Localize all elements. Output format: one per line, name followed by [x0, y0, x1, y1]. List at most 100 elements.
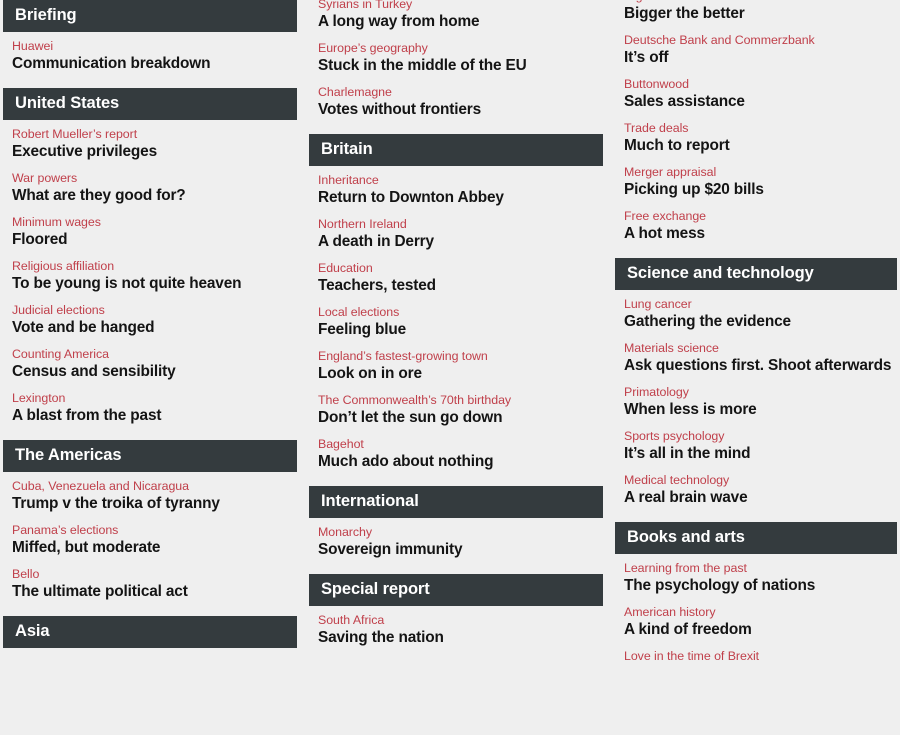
- article-headline[interactable]: Return to Downton Abbey: [306, 188, 606, 208]
- article-kicker[interactable]: Cuba, Venezuela and Nicaragua: [0, 479, 300, 494]
- article-entry[interactable]: Panama’s elections Miffed, but moderate: [0, 523, 300, 558]
- article-entry[interactable]: Primatology When less is more: [612, 385, 900, 420]
- article-headline[interactable]: Saving the nation: [306, 628, 606, 648]
- article-kicker[interactable]: Deutsche Bank and Commerzbank: [612, 33, 900, 48]
- section-header[interactable]: Books and arts: [615, 522, 897, 554]
- article-kicker[interactable]: Local elections: [306, 305, 606, 320]
- section-header[interactable]: Special report: [309, 574, 603, 606]
- article-headline[interactable]: Vote and be hanged: [0, 318, 300, 338]
- section-header[interactable]: International: [309, 486, 603, 518]
- article-kicker[interactable]: Medical technology: [612, 473, 900, 488]
- section-header[interactable]: Asia: [3, 616, 297, 648]
- article-entry[interactable]: Counting America Census and sensibility: [0, 347, 300, 382]
- article-headline[interactable]: A hot mess: [612, 224, 900, 244]
- article-kicker[interactable]: War powers: [0, 171, 300, 186]
- article-entry[interactable]: South Africa Saving the nation: [306, 613, 606, 648]
- article-kicker[interactable]: Charlemagne: [306, 85, 606, 100]
- article-entry[interactable]: Robert Mueller’s report Executive privile…: [0, 127, 300, 162]
- article-entry[interactable]: Monarchy Sovereign immunity: [306, 525, 606, 560]
- article-headline[interactable]: Miffed, but moderate: [0, 538, 300, 558]
- article-entry[interactable]: Buttonwood Sales assistance: [612, 77, 900, 112]
- article-entry[interactable]: Sports psychology It’s all in the mind: [612, 429, 900, 464]
- article-entry[interactable]: Lung cancer Gathering the evidence: [612, 297, 900, 332]
- article-headline[interactable]: Much ado about nothing: [306, 452, 606, 472]
- article-entry[interactable]: Judicial elections Vote and be hanged: [0, 303, 300, 338]
- section-header[interactable]: Britain: [309, 134, 603, 166]
- article-entry[interactable]: Free exchange A hot mess: [612, 209, 900, 244]
- article-kicker[interactable]: Sports psychology: [612, 429, 900, 444]
- article-kicker[interactable]: Buttonwood: [612, 77, 900, 92]
- article-entry[interactable]: American history A kind of freedom: [612, 605, 900, 640]
- article-headline[interactable]: Ask questions first. Shoot afterwards: [612, 356, 900, 376]
- article-headline[interactable]: Much to report: [612, 136, 900, 156]
- article-kicker[interactable]: Minimum wages: [0, 215, 300, 230]
- article-headline[interactable]: Gathering the evidence: [612, 312, 900, 332]
- article-entry[interactable]: Northern Ireland A death in Derry: [306, 217, 606, 252]
- article-entry[interactable]: Love in the time of Brexit: [612, 649, 900, 664]
- article-headline[interactable]: To be young is not quite heaven: [0, 274, 300, 294]
- article-entry[interactable]: The Commonwealth’s 70th birthday Don’t le…: [306, 393, 606, 428]
- article-headline[interactable]: Trump v the troika of tyranny: [0, 494, 300, 514]
- article-headline[interactable]: When less is more: [612, 400, 900, 420]
- article-entry[interactable]: Europe’s geography Stuck in the middle of…: [306, 41, 606, 76]
- article-headline[interactable]: Census and sensibility: [0, 362, 300, 382]
- article-entry[interactable]: Deutsche Bank and Commerzbank It’s off: [612, 33, 900, 68]
- article-headline[interactable]: A real brain wave: [612, 488, 900, 508]
- article-headline[interactable]: Stuck in the middle of the EU: [306, 56, 606, 76]
- article-headline[interactable]: Sovereign immunity: [306, 540, 606, 560]
- article-kicker[interactable]: Primatology: [612, 385, 900, 400]
- article-headline[interactable]: Communication breakdown: [0, 54, 300, 74]
- article-kicker[interactable]: Huawei: [0, 39, 300, 54]
- article-entry[interactable]: Minimum wages Floored: [0, 215, 300, 250]
- article-kicker[interactable]: American history: [612, 605, 900, 620]
- article-entry[interactable]: Merger appraisal Picking up $20 bills: [612, 165, 900, 200]
- article-entry[interactable]: England’s fastest-growing town Look on in…: [306, 349, 606, 384]
- article-headline[interactable]: Bigger the better: [612, 4, 900, 24]
- article-kicker[interactable]: Education: [306, 261, 606, 276]
- article-entry[interactable]: Cuba, Venezuela and Nicaragua Trump v the…: [0, 479, 300, 514]
- article-kicker[interactable]: Syrians in Turkey: [306, 0, 606, 12]
- article-kicker[interactable]: Trade deals: [612, 121, 900, 136]
- article-entry[interactable]: Local elections Feeling blue: [306, 305, 606, 340]
- article-kicker[interactable]: Counting America: [0, 347, 300, 362]
- article-headline[interactable]: Floored: [0, 230, 300, 250]
- article-kicker[interactable]: The Commonwealth’s 70th birthday: [306, 393, 606, 408]
- article-kicker[interactable]: South Africa: [306, 613, 606, 628]
- article-entry[interactable]: Learning from the past The psychology of …: [612, 561, 900, 596]
- section-header[interactable]: Science and technology: [615, 258, 897, 290]
- article-kicker[interactable]: Europe’s geography: [306, 41, 606, 56]
- article-kicker[interactable]: Love in the time of Brexit: [612, 649, 900, 664]
- article-headline[interactable]: What are they good for?: [0, 186, 300, 206]
- article-headline[interactable]: Teachers, tested: [306, 276, 606, 296]
- article-kicker[interactable]: Robert Mueller’s report: [0, 127, 300, 142]
- article-kicker[interactable]: Monarchy: [306, 525, 606, 540]
- article-kicker[interactable]: Free exchange: [612, 209, 900, 224]
- article-headline[interactable]: A death in Derry: [306, 232, 606, 252]
- article-headline[interactable]: Picking up $20 bills: [612, 180, 900, 200]
- section-header[interactable]: United States: [3, 88, 297, 120]
- article-entry[interactable]: Nigerian banksBigger the better: [612, 0, 900, 24]
- article-entry[interactable]: Bello The ultimate political act: [0, 567, 300, 602]
- article-kicker[interactable]: Learning from the past: [612, 561, 900, 576]
- article-entry[interactable]: Syrians in Turkey A long way from home: [306, 0, 606, 32]
- article-headline[interactable]: It’s all in the mind: [612, 444, 900, 464]
- section-header[interactable]: The Americas: [3, 440, 297, 472]
- article-headline[interactable]: The ultimate political act: [0, 582, 300, 602]
- article-headline[interactable]: Sales assistance: [612, 92, 900, 112]
- article-headline[interactable]: It’s off: [612, 48, 900, 68]
- article-entry[interactable]: Trade deals Much to report: [612, 121, 900, 156]
- article-entry[interactable]: Materials science Ask questions first. Sh…: [612, 341, 900, 376]
- article-kicker[interactable]: Bello: [0, 567, 300, 582]
- article-kicker[interactable]: Materials science: [612, 341, 900, 356]
- section-header[interactable]: Briefing: [3, 0, 297, 32]
- article-entry[interactable]: Bagehot Much ado about nothing: [306, 437, 606, 472]
- article-headline[interactable]: Look on in ore: [306, 364, 606, 384]
- article-entry[interactable]: Religious affiliation To be young is not …: [0, 259, 300, 294]
- article-entry[interactable]: Charlemagne Votes without frontiers: [306, 85, 606, 120]
- article-kicker[interactable]: Religious affiliation: [0, 259, 300, 274]
- article-kicker[interactable]: Lung cancer: [612, 297, 900, 312]
- article-entry[interactable]: Medical technology A real brain wave: [612, 473, 900, 508]
- article-entry[interactable]: War powers What are they good for?: [0, 171, 300, 206]
- article-kicker[interactable]: Judicial elections: [0, 303, 300, 318]
- article-headline[interactable]: A long way from home: [306, 12, 606, 32]
